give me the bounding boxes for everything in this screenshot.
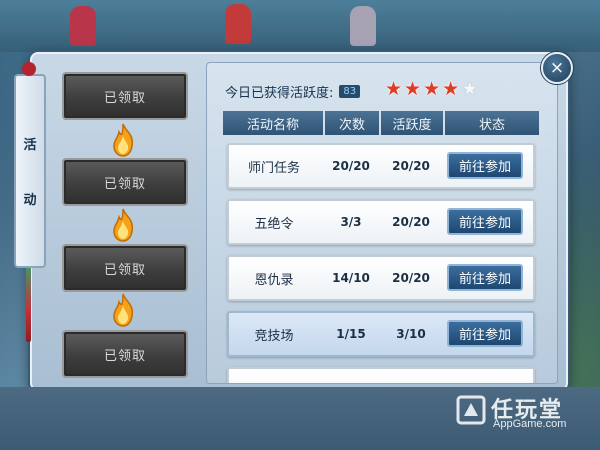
activity-window: 已领取 已领取 已领取 已领取 今日已获得活跃度: 83 ★ ★ ★ ★ ★ 活… (30, 52, 568, 391)
join-activity-button[interactable]: 前往参加 (447, 208, 523, 235)
activity-count: 3/3 (340, 215, 362, 229)
reward-column: 已领取 已领取 已领取 已领取 (44, 64, 204, 382)
table-row-partial (227, 367, 535, 383)
watermark-logo-icon (456, 395, 486, 425)
flame-icon (113, 123, 134, 157)
flame-icon (113, 293, 134, 327)
activity-name: 恩仇录 (254, 272, 294, 288)
close-icon: × (549, 58, 565, 78)
claimed-reward-label: 已领取 (103, 262, 146, 278)
flame-icon (113, 208, 134, 242)
activity-table-header: 活动名称 次数 活跃度 状态 (223, 111, 539, 135)
scene-character (225, 4, 251, 44)
scene-character (350, 6, 376, 46)
close-button[interactable]: × (541, 52, 573, 84)
table-row: 恩仇录 14/10 20/20 前往参加 (227, 255, 535, 301)
watermark-subtitle: AppGame.com (493, 418, 567, 430)
activity-panel: 今日已获得活跃度: 83 ★ ★ ★ ★ ★ 活动名称 次数 活跃度 状态 师门任务 2… (206, 62, 558, 384)
star-filled-icon: ★ (404, 78, 422, 100)
star-filled-icon: ★ (423, 78, 441, 100)
table-row: 竞技场 1/15 3/10 前往参加 (227, 311, 535, 357)
claimed-reward-label: 已领取 (103, 90, 146, 106)
activity-points: 20/20 (392, 271, 430, 285)
column-header-count: 次数 (325, 111, 379, 135)
activity-name: 竞技场 (254, 328, 294, 344)
tab-activity-char: 活 (23, 138, 37, 153)
table-row: 师门任务 20/20 20/20 前往参加 (227, 143, 535, 189)
claimed-reward-label: 已领取 (103, 348, 146, 364)
star-empty-icon: ★ (461, 78, 479, 100)
game-scene-top (0, 0, 600, 52)
star-filled-icon: ★ (385, 78, 403, 100)
activity-count: 14/10 (332, 271, 370, 285)
activity-name: 师门任务 (247, 160, 300, 176)
activity-name: 五绝令 (254, 216, 294, 232)
claimed-reward-button[interactable]: 已领取 (62, 72, 188, 120)
activity-score-label: 今日已获得活跃度: (225, 85, 334, 101)
tab-activity-char: 动 (23, 193, 37, 208)
activity-score-header: 今日已获得活跃度: 83 (225, 81, 361, 101)
column-header-name: 活动名称 (223, 111, 323, 135)
join-activity-button[interactable]: 前往参加 (447, 264, 523, 291)
star-filled-icon: ★ (442, 78, 460, 100)
claimed-reward-label: 已领取 (103, 176, 146, 192)
activity-points: 3/10 (396, 327, 426, 341)
tab-activity[interactable]: 活 动 (14, 74, 46, 268)
join-activity-button[interactable]: 前往参加 (447, 152, 523, 179)
activity-points: 20/20 (392, 159, 430, 173)
activity-count: 1/15 (336, 327, 366, 341)
activity-star-rating: ★ ★ ★ ★ ★ (385, 79, 478, 99)
activity-count: 20/20 (332, 159, 370, 173)
claimed-reward-button[interactable]: 已领取 (62, 244, 188, 292)
column-header-status: 状态 (445, 111, 539, 135)
tab-cord-ornament (26, 262, 31, 342)
claimed-reward-button[interactable]: 已领取 (62, 330, 188, 378)
activity-score-value: 83 (339, 84, 361, 98)
column-header-activity: 活跃度 (381, 111, 443, 135)
join-activity-button[interactable]: 前往参加 (447, 320, 523, 347)
watermark: 任玩堂 AppGame.com (455, 392, 590, 436)
table-row: 五绝令 3/3 20/20 前往参加 (227, 199, 535, 245)
scene-character (70, 6, 96, 46)
activity-list[interactable]: 师门任务 20/20 20/20 前往参加 五绝令 3/3 20/20 前往参加… (223, 143, 539, 383)
tab-knot-ornament (22, 62, 36, 76)
claimed-reward-button[interactable]: 已领取 (62, 158, 188, 206)
activity-points: 20/20 (392, 215, 430, 229)
